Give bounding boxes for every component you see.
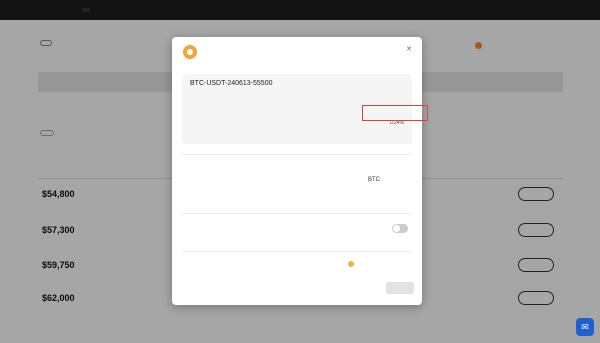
- modal-divider: [182, 154, 412, 155]
- modal-divider: [182, 213, 412, 214]
- btc-logo-icon: [183, 45, 197, 59]
- summary-right: [348, 261, 356, 267]
- subscribe-modal: ✕ BTC-USDT-240613-55500 0.24% BTC: [172, 37, 428, 305]
- highlight-annotation-box: [362, 105, 428, 121]
- modal-header: [183, 45, 202, 59]
- coin-icon: [348, 261, 354, 267]
- amount-unit: BTC: [368, 177, 380, 183]
- chat-support-button[interactable]: ✉: [576, 318, 594, 336]
- auto-renew-toggle[interactable]: [392, 224, 408, 233]
- product-id: BTC-USDT-240613-55500: [190, 80, 273, 87]
- modal-divider: [182, 251, 412, 252]
- chat-icon: ✉: [581, 321, 589, 332]
- close-icon[interactable]: ✕: [406, 45, 412, 53]
- confirm-button[interactable]: [386, 282, 414, 294]
